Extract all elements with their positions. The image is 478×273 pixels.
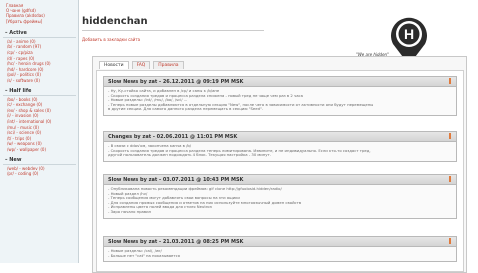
news-post-body: - Опубликована новость рекомендации фрей… [104, 185, 456, 218]
svg-text:H: H [404, 26, 414, 42]
board-link[interactable]: /s/ - software (0) [7, 78, 76, 84]
news-post-line: - Заро начало правил [108, 209, 151, 214]
news-post-header: Changes by zat - 02.06.2011 @ 11:01 PM M… [104, 132, 456, 142]
news-post: Changes by zat - 02.06.2011 @ 11:01 PM M… [103, 131, 457, 162]
bookmark-link[interactable]: Добавить в закладки сайта [82, 37, 140, 42]
news-post: Slow News by zat - 03.07.2011 @ 10:43 PM… [103, 174, 457, 219]
edit-icon[interactable] [448, 133, 452, 139]
edit-icon[interactable] [448, 78, 452, 84]
board-link[interactable]: /pr/ - coding (0) [7, 171, 76, 177]
board-link[interactable]: /wp/ - wallpaper (0) [7, 147, 76, 153]
sidebar-section-active: – Active /a/ - anime (0) /b/ - random (9… [3, 29, 76, 84]
news-post-line: - Больше нет "cat" на показывается [108, 253, 180, 258]
news-post-body: - В связи с ddos'ом, закончена капча в /… [104, 142, 456, 161]
edit-icon[interactable] [448, 238, 452, 244]
news-tabs: Новости FAQ Правила [99, 61, 184, 69]
news-post-title: Changes by zat - 02.06.2011 @ 11:01 PM M… [108, 133, 238, 140]
tab-rules[interactable]: Правила [153, 61, 184, 69]
sidebar-top-links: Главная О чане (gdfsd) Правила (akdsdas)… [0, 0, 78, 26]
news-post: Slow News by zat - 21.03.2011 @ 08:25 PM… [103, 236, 457, 263]
sidebar: Главная О чане (gdfsd) Правила (akdsdas)… [0, 0, 79, 263]
header-divider [82, 30, 264, 31]
site-title: hiddenchan [82, 16, 148, 27]
section-title-half-life[interactable]: – Half life [3, 87, 76, 96]
news-post-title: Slow News by zat - 26.12.2011 @ 09:19 PM… [108, 78, 244, 85]
news-post-header: Slow News by zat - 03.07.2011 @ 10:43 PM… [104, 175, 456, 185]
news-list: Slow News by zat - 26.12.2011 @ 09:19 PM… [96, 70, 464, 272]
tab-news[interactable]: Новости [99, 61, 129, 69]
sidebar-section-new: – New /web/ - webdev (0) /pr/ - coding (… [3, 156, 76, 177]
news-post-header: Slow News by zat - 26.12.2011 @ 09:19 PM… [104, 77, 456, 87]
section-title-new[interactable]: – New [3, 156, 76, 165]
sidebar-link-remove-frames[interactable]: [Убрать фреймы] [6, 19, 76, 24]
tab-faq[interactable]: FAQ [131, 61, 151, 69]
news-post-line: в другие секции. Для самого данного разд… [108, 107, 263, 112]
news-post: Slow News by zat - 26.12.2011 @ 09:19 PM… [103, 76, 457, 116]
section-title-active[interactable]: – Active [3, 29, 76, 38]
news-post-title: Slow News by zat - 03.07.2011 @ 10:43 PM… [108, 176, 244, 183]
edit-icon[interactable] [448, 176, 452, 182]
news-post-body: - Новые разделы: /cal/, /wr/ - Больше не… [104, 247, 456, 261]
news-post-line: другой пользователь должен подождать 4 б… [108, 153, 271, 158]
news-post-header: Slow News by zat - 21.03.2011 @ 08:25 PM… [104, 237, 456, 247]
news-post-title: Slow News by zat - 21.03.2011 @ 08:25 PM… [108, 238, 244, 245]
sidebar-section-half-life: – Half life /bo/ - books (0) /c/ - excha… [3, 87, 76, 153]
content-panel: Новости FAQ Правила Slow News by zat - 2… [92, 56, 467, 273]
news-post-body: - Ну, Ку-стойко сайта, и добавлен в /cp/… [104, 87, 456, 115]
